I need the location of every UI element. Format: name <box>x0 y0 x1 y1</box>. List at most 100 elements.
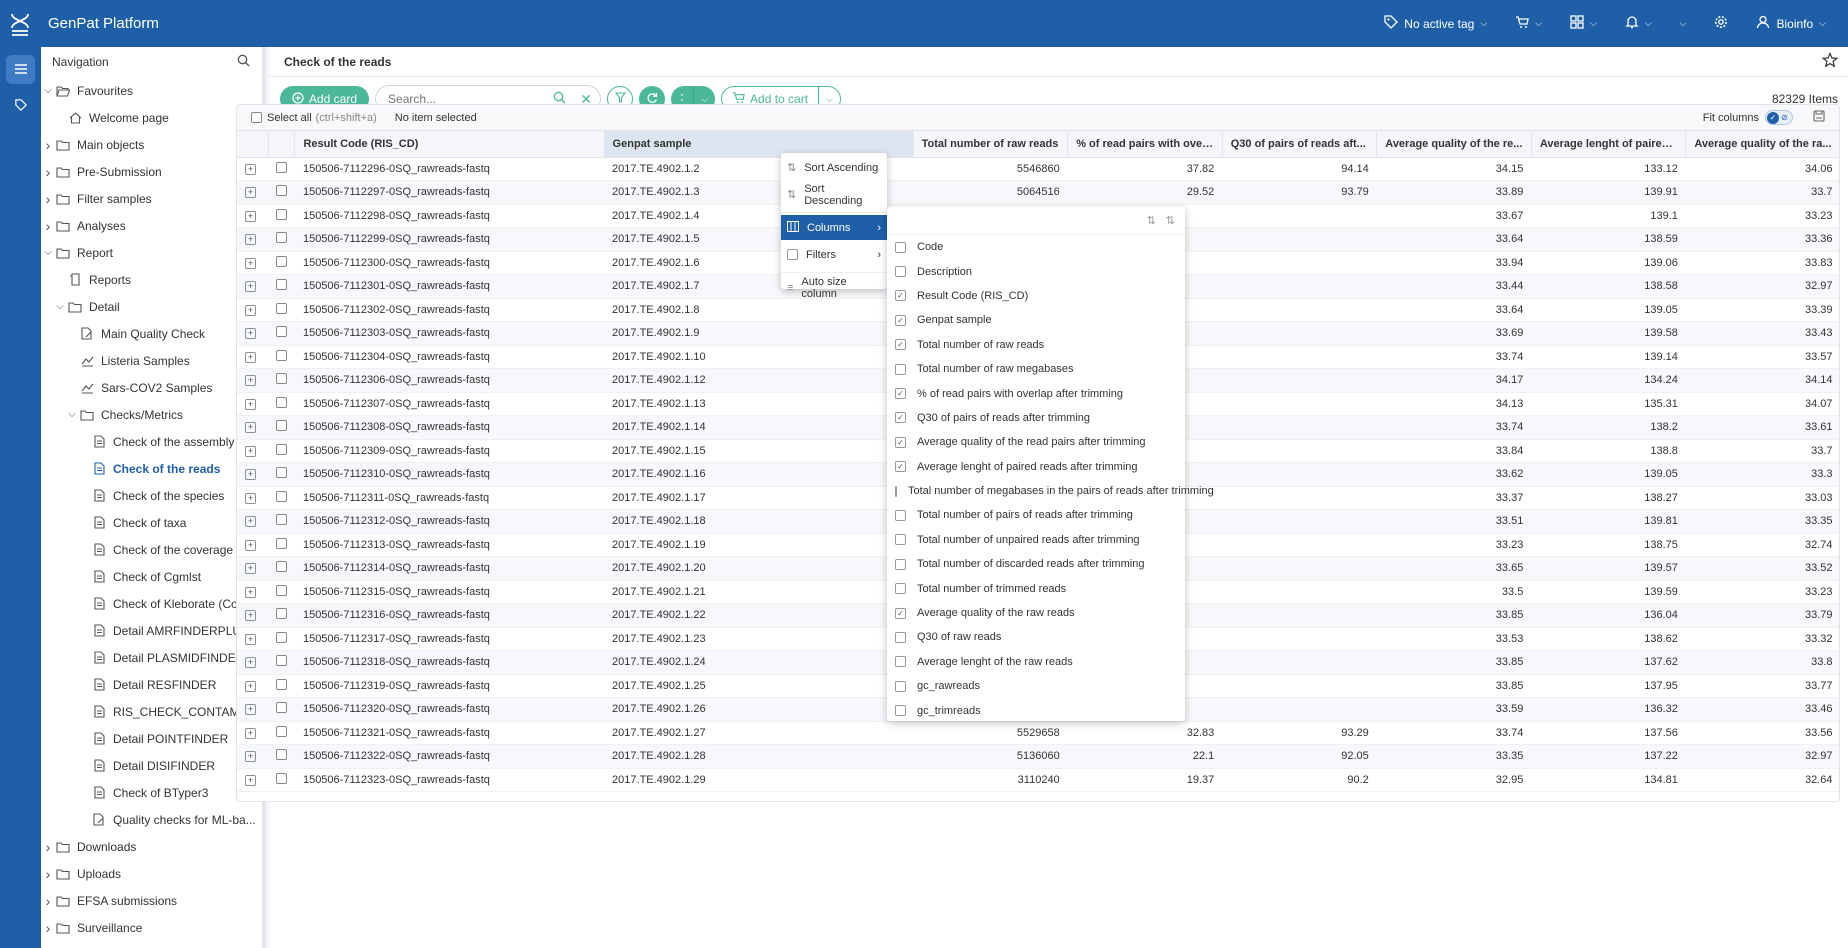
row-checkbox[interactable] <box>276 420 288 432</box>
column-option[interactable]: Code <box>887 235 1185 259</box>
column-option[interactable]: Description <box>887 259 1185 283</box>
export-icon[interactable] <box>1813 110 1825 125</box>
expand-cell[interactable]: + <box>237 768 269 792</box>
fit-columns-toggle[interactable]: ✓ ⊘ <box>1765 110 1793 125</box>
unchecked-checkbox[interactable] <box>895 534 906 546</box>
expand-icon[interactable]: + <box>245 304 256 316</box>
nav-item[interactable]: Check of Kleborate (Com... <box>41 590 262 617</box>
column-option[interactable]: ✓ Average quality of the raw reads <box>887 601 1185 625</box>
notifications-menu[interactable]: ⌵ <box>1611 15 1666 32</box>
expand-icon[interactable]: + <box>245 210 256 222</box>
sort-descending-icon[interactable]: ⇅ <box>1166 214 1175 227</box>
expand-icon[interactable]: + <box>245 445 256 457</box>
select-cell[interactable] <box>268 697 295 722</box>
row-checkbox[interactable] <box>276 655 288 667</box>
nav-item[interactable]: Listeria Samples <box>41 347 262 374</box>
select-cell[interactable] <box>268 345 295 369</box>
extra-menu[interactable]: ⌵ <box>1666 18 1701 29</box>
expand-cell[interactable]: + <box>237 157 269 181</box>
nav-item[interactable]: › Filter samples <box>41 185 262 212</box>
column-option[interactable]: Total number of megabases in the pairs o… <box>887 479 1214 503</box>
nav-item[interactable]: ⌵ Report <box>41 239 262 266</box>
row-checkbox[interactable] <box>276 702 288 714</box>
row-checkbox[interactable] <box>276 537 288 549</box>
select-cell[interactable] <box>268 744 295 769</box>
expand-icon[interactable]: + <box>245 610 256 622</box>
chevron-right-icon[interactable]: › <box>42 920 54 936</box>
expand-cell[interactable]: + <box>237 486 269 510</box>
row-checkbox[interactable] <box>276 255 288 267</box>
expand-cell[interactable]: + <box>237 627 269 651</box>
nav-item[interactable]: ⌵ Detail <box>41 293 262 320</box>
row-checkbox[interactable] <box>276 232 288 244</box>
select-cell[interactable] <box>268 674 295 698</box>
expand-cell[interactable]: + <box>237 274 269 299</box>
expand-icon[interactable]: + <box>245 398 256 410</box>
table-row[interactable]: +150506-7112323-0SQ_rawreads-fastq 2017.T… <box>237 768 1839 792</box>
expand-cell[interactable]: + <box>237 580 269 604</box>
expand-icon[interactable]: + <box>245 774 256 786</box>
row-checkbox[interactable] <box>276 302 288 314</box>
nav-item[interactable]: Check of the coverage <box>41 536 262 563</box>
column-option[interactable]: ✓ % of read pairs with overlap after trim… <box>887 381 1185 405</box>
row-checkbox[interactable] <box>276 396 288 408</box>
column-header[interactable]: Q30 of pairs of reads aft... <box>1222 131 1378 158</box>
nav-item[interactable]: Detail DISIFINDER <box>41 752 262 779</box>
nav-item[interactable]: › Uploads <box>41 860 262 887</box>
nav-item[interactable]: › Main objects <box>41 131 262 158</box>
nav-item[interactable]: Check of the species <box>41 482 262 509</box>
table-row[interactable]: +150506-7112321-0SQ_rawreads-fastq 2017.T… <box>237 721 1839 745</box>
expand-cell[interactable]: + <box>237 204 269 228</box>
nav-item[interactable]: › Analyses <box>41 212 262 239</box>
select-cell[interactable] <box>268 368 295 393</box>
dna-logo-icon[interactable] <box>0 0 40 47</box>
column-option[interactable]: Total number of pairs of reads after tri… <box>887 503 1185 527</box>
expand-icon[interactable]: + <box>245 539 256 551</box>
expand-icon[interactable]: + <box>245 516 256 528</box>
nav-item[interactable]: ⌵ Checks/Metrics <box>41 401 262 428</box>
expand-icon[interactable]: + <box>245 657 256 669</box>
expand-icon[interactable]: + <box>245 680 256 692</box>
expand-icon[interactable]: + <box>245 257 256 269</box>
column-option[interactable]: ✓ Result Code (RIS_CD) <box>887 284 1185 308</box>
apps-menu[interactable]: ⌵ <box>1556 15 1611 32</box>
row-checkbox[interactable] <box>276 161 288 173</box>
table-row[interactable]: +150506-7112296-0SQ_rawreads-fastq 2017.T… <box>237 157 1839 181</box>
select-cell[interactable] <box>268 439 295 463</box>
row-checkbox[interactable] <box>276 185 288 197</box>
expand-cell[interactable]: + <box>237 650 269 675</box>
column-option[interactable]: ✓ Genpat sample <box>887 308 1185 332</box>
checked-checkbox[interactable]: ✓ <box>895 314 906 326</box>
unchecked-checkbox[interactable] <box>895 680 906 692</box>
expand-icon[interactable]: + <box>245 375 256 387</box>
sort-ascending-item[interactable]: ⇅ Sort Ascending <box>781 155 887 180</box>
expand-icon[interactable]: + <box>245 234 256 246</box>
column-option[interactable]: Total number of trimmed reads <box>887 576 1185 600</box>
expand-cell[interactable]: + <box>237 368 269 393</box>
select-cell[interactable] <box>268 204 295 228</box>
expand-cell[interactable]: + <box>237 345 269 369</box>
expand-cell[interactable]: + <box>237 697 269 722</box>
checked-checkbox[interactable]: ✓ <box>895 607 906 619</box>
select-cell[interactable] <box>268 603 295 628</box>
column-header[interactable]: Result Code (RIS_CD) <box>294 131 605 158</box>
nav-item[interactable]: Check of the assembly <box>41 428 262 455</box>
nav-item[interactable]: Detail PLASMIDFINDER <box>41 644 262 671</box>
select-cell[interactable] <box>268 415 295 440</box>
row-checkbox[interactable] <box>276 725 288 737</box>
expand-icon[interactable]: + <box>245 492 256 504</box>
nav-item[interactable]: ⌵ Favourites <box>41 77 262 104</box>
chevron-right-icon[interactable]: › <box>42 893 54 909</box>
search-icon[interactable] <box>237 54 250 70</box>
unchecked-checkbox[interactable] <box>895 485 897 497</box>
row-checkbox[interactable] <box>276 467 288 479</box>
select-cell[interactable] <box>268 462 295 487</box>
expand-cell[interactable]: + <box>237 603 269 628</box>
unchecked-checkbox[interactable] <box>895 509 906 521</box>
filters-item[interactable]: Filters › <box>781 242 887 267</box>
chevron-right-icon[interactable]: › <box>42 137 54 153</box>
nav-item[interactable]: Quality checks for ML-ba... <box>41 806 262 833</box>
row-checkbox[interactable] <box>276 349 288 361</box>
column-option[interactable]: ✓ Average lenght of paired reads after tr… <box>887 455 1185 479</box>
unchecked-checkbox[interactable] <box>895 363 906 375</box>
